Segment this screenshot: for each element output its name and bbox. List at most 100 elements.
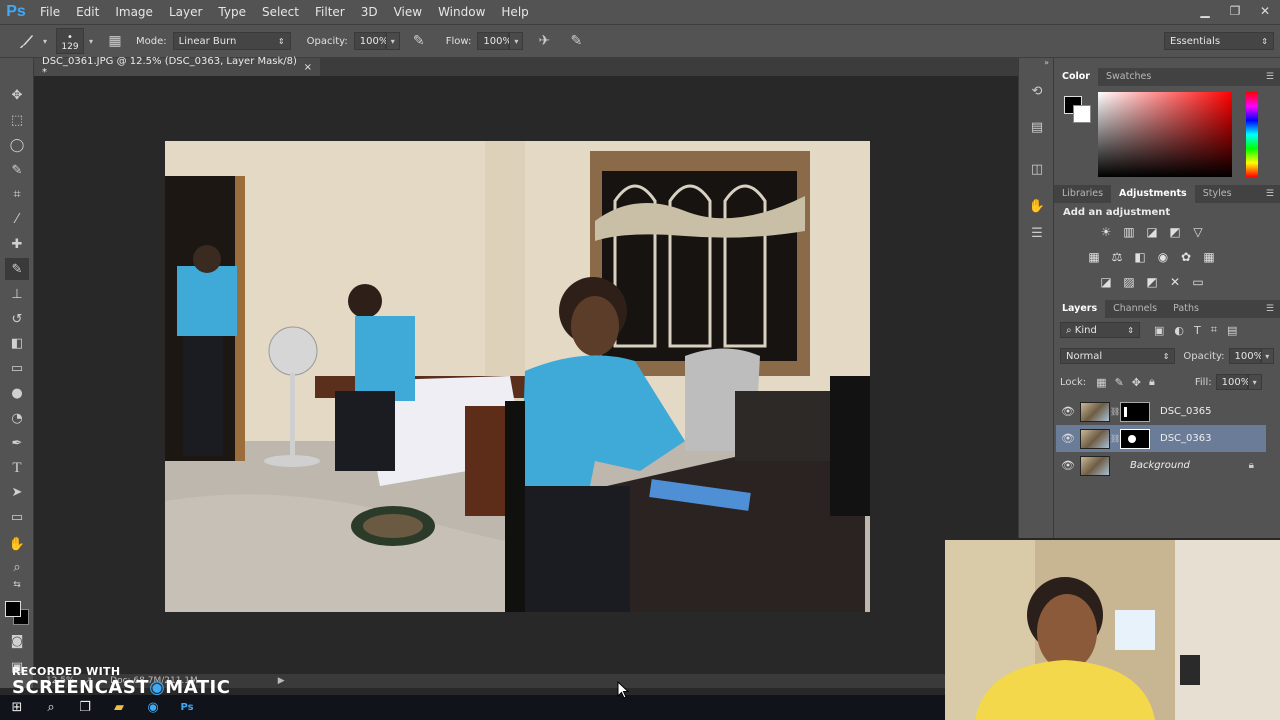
eraser-tool-icon[interactable]: ◧: [5, 332, 29, 354]
quick-mask-icon[interactable]: ◙: [5, 630, 29, 652]
collapse-arrow-icon[interactable]: »: [1044, 58, 1049, 67]
quick-selection-tool-icon[interactable]: ✎: [5, 159, 29, 181]
filter-type-icon[interactable]: T: [1194, 324, 1201, 337]
airbrush-icon[interactable]: ✈: [533, 30, 555, 52]
lock-all-icon[interactable]: 🔒︎: [1149, 375, 1155, 389]
layer-opacity-field[interactable]: 100%: [1228, 348, 1263, 364]
default-colors-icon[interactable]: ⇆: [5, 578, 29, 592]
posterize-icon[interactable]: ▨: [1121, 274, 1137, 290]
flow-dropdown[interactable]: ▾: [509, 32, 524, 50]
layer-filter-kind-select[interactable]: ⌕ Kind ⇕: [1060, 322, 1140, 338]
status-expand-icon[interactable]: ▶: [278, 676, 285, 686]
close-tab-icon[interactable]: ×: [304, 62, 312, 73]
marquee-tool-icon[interactable]: ⬚: [5, 109, 29, 131]
exposure-icon[interactable]: ◩: [1167, 224, 1183, 240]
photo-filter-icon[interactable]: ◉: [1155, 249, 1171, 265]
windows-start-icon[interactable]: ⊞: [0, 695, 34, 720]
flow-field[interactable]: 100%: [477, 32, 512, 50]
menu-help[interactable]: Help: [493, 0, 536, 24]
document-tab[interactable]: DSC_0361.JPG @ 12.5% (DSC_0363, Layer Ma…: [34, 56, 320, 78]
lock-position-icon[interactable]: ✥: [1132, 376, 1141, 389]
lock-transparent-icon[interactable]: ▦: [1096, 376, 1106, 389]
pen-tool-icon[interactable]: ✒: [5, 432, 29, 454]
search-icon[interactable]: ⌕: [34, 695, 68, 720]
black-white-icon[interactable]: ◧: [1132, 249, 1148, 265]
menu-window[interactable]: Window: [430, 0, 493, 24]
brush-panel-toggle-icon[interactable]: ▦: [104, 30, 126, 52]
visibility-eye-icon[interactable]: 👁︎: [1056, 432, 1080, 445]
layer-mask-thumbnail[interactable]: [1120, 428, 1150, 449]
blur-tool-icon[interactable]: ●: [5, 382, 29, 404]
zoom-tool-icon[interactable]: ⌕: [5, 556, 29, 578]
properties-panel-icon[interactable]: ▤: [1026, 116, 1048, 138]
fill-field[interactable]: 100%: [1215, 374, 1250, 390]
task-view-icon[interactable]: ❐: [68, 695, 102, 720]
hue-saturation-icon[interactable]: ▦: [1086, 249, 1102, 265]
layer-mask-thumbnail[interactable]: [1120, 401, 1150, 422]
visibility-eye-icon[interactable]: 👁︎: [1056, 405, 1080, 418]
lasso-tool-icon[interactable]: ◯: [5, 134, 29, 156]
layer-row-dsc-0363[interactable]: 👁︎ ⛓︎ DSC_0363: [1056, 425, 1266, 452]
layer-row-dsc-0365[interactable]: 👁︎ ⛓︎ DSC_0365: [1056, 398, 1266, 425]
photoshop-taskbar-icon[interactable]: Ps: [170, 695, 204, 720]
filter-smart-object-icon[interactable]: ▤: [1227, 324, 1237, 337]
panel-menu-icon[interactable]: ☰: [1266, 304, 1274, 314]
history-panel-icon[interactable]: ⟲: [1026, 80, 1048, 102]
gradient-tool-icon[interactable]: ▭: [5, 357, 29, 379]
info-panel-icon[interactable]: ◫: [1026, 158, 1048, 180]
blend-mode-select[interactable]: Normal ⇕: [1060, 348, 1176, 364]
color-spectrum-field[interactable]: [1098, 92, 1232, 177]
foreground-color-swatch[interactable]: [5, 601, 21, 617]
levels-icon[interactable]: ▥: [1121, 224, 1137, 240]
menu-edit[interactable]: Edit: [68, 0, 107, 24]
move-tool-icon[interactable]: ✥: [5, 84, 29, 106]
visibility-eye-icon[interactable]: 👁︎: [1056, 459, 1080, 472]
brush-preset-dropdown[interactable]: ▾: [84, 32, 98, 50]
restore-icon[interactable]: ❐: [1220, 0, 1250, 22]
tab-layers[interactable]: Layers: [1054, 300, 1106, 318]
filter-shape-icon[interactable]: ⌗: [1211, 323, 1217, 337]
dodge-tool-icon[interactable]: ◔: [5, 407, 29, 429]
menu-filter[interactable]: Filter: [307, 0, 353, 24]
menu-type[interactable]: Type: [210, 0, 254, 24]
clone-stamp-tool-icon[interactable]: ⊥: [5, 283, 29, 305]
tool-preset-dropdown[interactable]: ▾: [38, 32, 52, 50]
mask-link-icon[interactable]: ⛓︎: [1110, 407, 1120, 416]
tool-presets-icon[interactable]: ☰: [1026, 222, 1048, 244]
threshold-icon[interactable]: ◩: [1144, 274, 1160, 290]
brush-tool-icon[interactable]: ✎: [5, 258, 29, 280]
file-explorer-icon[interactable]: ▰: [102, 695, 136, 720]
menu-image[interactable]: Image: [107, 0, 161, 24]
gradient-map-icon[interactable]: ▭: [1190, 274, 1206, 290]
mask-link-icon[interactable]: ⛓︎: [1110, 434, 1120, 443]
pressure-opacity-icon[interactable]: ✎: [408, 30, 430, 52]
layer-row-background[interactable]: 👁︎ Background 🔒︎: [1056, 452, 1266, 479]
canvas-area[interactable]: [34, 76, 1018, 674]
brightness-contrast-icon[interactable]: ☀: [1098, 224, 1114, 240]
brush-tool-icon[interactable]: [16, 30, 38, 52]
tab-styles[interactable]: Styles: [1195, 185, 1240, 203]
pressure-size-icon[interactable]: ✎: [565, 30, 587, 52]
fill-dropdown[interactable]: ▾: [1247, 374, 1262, 390]
document-canvas-photo[interactable]: [165, 141, 870, 612]
filter-adjustment-icon[interactable]: ◐: [1174, 324, 1184, 337]
screencast-o-matic-icon[interactable]: ◉: [136, 695, 170, 720]
curves-icon[interactable]: ◪: [1144, 224, 1160, 240]
path-selection-tool-icon[interactable]: ➤: [5, 481, 29, 503]
background-color-chip[interactable]: [1073, 105, 1091, 123]
tab-libraries[interactable]: Libraries: [1054, 185, 1111, 203]
menu-file[interactable]: File: [32, 0, 68, 24]
brush-presets-icon[interactable]: ✋: [1026, 195, 1048, 217]
selective-color-icon[interactable]: ✕: [1167, 274, 1183, 290]
brush-preset-picker[interactable]: • 129: [56, 28, 84, 54]
invert-icon[interactable]: ◪: [1098, 274, 1114, 290]
tab-adjustments[interactable]: Adjustments: [1111, 185, 1195, 203]
opacity-field[interactable]: 100%: [353, 32, 388, 50]
tab-color[interactable]: Color: [1054, 68, 1098, 86]
minimize-icon[interactable]: ▁: [1190, 0, 1220, 22]
color-balance-icon[interactable]: ⚖: [1109, 249, 1125, 265]
panel-menu-icon[interactable]: ☰: [1266, 72, 1274, 82]
crop-tool-icon[interactable]: ⌗: [5, 183, 29, 205]
panel-menu-icon[interactable]: ☰: [1266, 189, 1274, 199]
type-tool-icon[interactable]: T: [5, 457, 29, 479]
